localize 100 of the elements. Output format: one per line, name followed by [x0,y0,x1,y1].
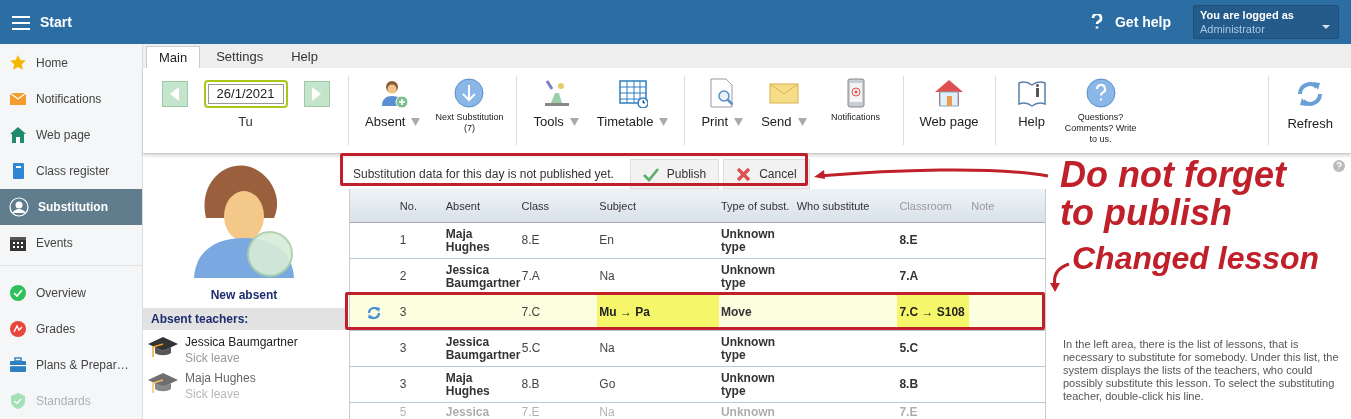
get-help-button[interactable]: Get help [1091,11,1171,33]
table-row[interactable]: 3 Maja Hughes 8.B Go Unknown type 8.B [350,367,1045,403]
table-cell-text: Unknown type [721,263,777,290]
next-day-button[interactable] [303,81,330,107]
new-absent-button[interactable]: New absent [143,154,345,304]
arrow-down-circle-icon [454,78,485,108]
toolbar-button[interactable]: Help [1003,74,1060,132]
table-cell: Unknown [720,406,775,419]
annotation-text: Do not forget to publish [1060,156,1288,232]
table-cell: Move [720,306,752,319]
envelope-icon [9,90,27,108]
column-header[interactable]: No. [397,199,444,212]
menu-icon[interactable] [12,14,30,30]
person-icon [9,197,29,217]
table-cell: 7.A [899,270,919,283]
timetable-icon [617,78,648,108]
help-text: In the left area, there is the list of lessons, that is necessary to substitute for somebody. Under this list, the system displays the lists of the teachers, who could possibly substitute this lesson. To select the substituting teacher, double-click his line. [1063,338,1340,403]
table-row[interactable]: 1 Maja Hughes 8.E En Unknown type 8.E [350,223,1045,259]
graduation-cap-icon [147,334,179,360]
column-header[interactable]: Type of subst. [718,199,795,212]
table-cell: 1 [399,234,407,247]
table-cell: 2 [399,270,407,283]
column-header[interactable]: Class [519,199,598,212]
tab[interactable]: Settings [204,46,276,68]
book-info-icon [1016,78,1047,108]
table-cell: 5.C [521,342,541,355]
refresh-button[interactable]: Refresh [1269,74,1351,147]
user-name: Administrator [1200,22,1265,36]
table-cell: 3 [399,342,407,355]
help-icon[interactable] [1333,160,1345,172]
check-circle-icon [9,284,27,302]
sidebar-item[interactable]: Grades [0,311,142,347]
sidebar-item[interactable]: Events [0,225,142,261]
table-cell: Jessica [445,406,490,419]
teacher-name: Maja Hughes [185,370,256,386]
table-cell: 8.E [521,234,540,247]
chart-circle-icon [9,320,27,338]
table-cell: 7.A [521,270,540,283]
left-arrow-icon [170,87,179,101]
notice-text: Substitution data for this day is not published yet. [353,166,614,183]
table-cell-text: Unknown type [720,227,776,254]
absent-teachers-heading: Absent teachers: [143,308,345,330]
table-cell: 8.E [899,234,918,247]
tab[interactable]: Main [146,46,201,68]
sidebar-item[interactable]: Notifications [0,81,142,117]
table-cell: En [599,234,614,247]
day-label: Tu [238,113,253,131]
toolbar-button[interactable]: Notifications [816,74,895,123]
question-circle-icon [1085,78,1116,108]
star-icon [9,54,27,72]
date-field[interactable]: 26/1/2021 [203,80,288,108]
table-cell: 7.E [899,406,918,419]
table-cell: Na [599,406,615,419]
table-cell-text: Maja Hughes [445,371,491,398]
column-header[interactable]: Subject [597,199,719,212]
annotation-arrow [1047,262,1071,292]
toolbar-button[interactable]: Next Substitution (7) [430,74,509,134]
graduation-cap-icon [147,370,179,396]
question-icon [1091,14,1103,30]
table-cell-text: Unknown type [721,335,777,362]
table-cell: 8.B [521,378,540,391]
toolbar-button[interactable]: Timetable [588,74,677,132]
sidebar-item[interactable]: Plans & Prepar… [0,347,142,383]
table-cell: 8.B [899,378,919,391]
toolbar-button[interactable]: Web page [911,74,987,132]
table-cell: 3 [399,306,407,319]
calendar-icon [9,234,27,252]
app-title: Start [40,12,72,32]
toolbar-button[interactable]: Absent [357,74,429,132]
previous-day-button[interactable] [161,81,188,107]
house-icon [934,78,965,108]
sidebar-item[interactable]: Web page [0,117,142,153]
table-cell: 7.E [521,406,540,419]
close-icon [736,166,752,182]
toolbar-button[interactable]: Questions? Comments? Write to us. [1061,74,1140,145]
toolbar-button[interactable]: Print [693,74,752,132]
column-header[interactable]: Who substitute [794,199,898,212]
table-cell: 5 [399,406,407,419]
absence-reason: Sick leave [185,350,241,366]
annotation-text: Changed lesson [1072,240,1320,276]
sidebar-item[interactable]: Substitution [0,189,142,225]
sidebar-item[interactable]: Overview [0,275,142,311]
briefcase-icon [9,356,27,374]
sidebar-item[interactable]: Home [0,45,142,81]
table-cell: Go [599,378,616,391]
table-cell: Na [599,342,615,355]
user-dropdown[interactable]: You are logged as Administrator [1193,5,1339,39]
tab[interactable]: Help [279,46,330,68]
absence-reason: Sick leave [185,386,241,402]
table-cell-text: Unknown type [720,371,776,398]
column-header[interactable]: Absent [443,199,520,212]
toolbar-button[interactable]: Send [753,74,815,132]
checkmark-icon [642,166,659,182]
table-cell: 3 [399,378,407,391]
toolbar-button[interactable]: Tools [525,74,587,132]
house-icon [9,126,27,144]
refresh-icon [365,304,382,321]
caret-icon [1322,25,1330,29]
table-cell: Na [599,270,615,283]
sidebar-item[interactable]: Class register [0,153,142,189]
